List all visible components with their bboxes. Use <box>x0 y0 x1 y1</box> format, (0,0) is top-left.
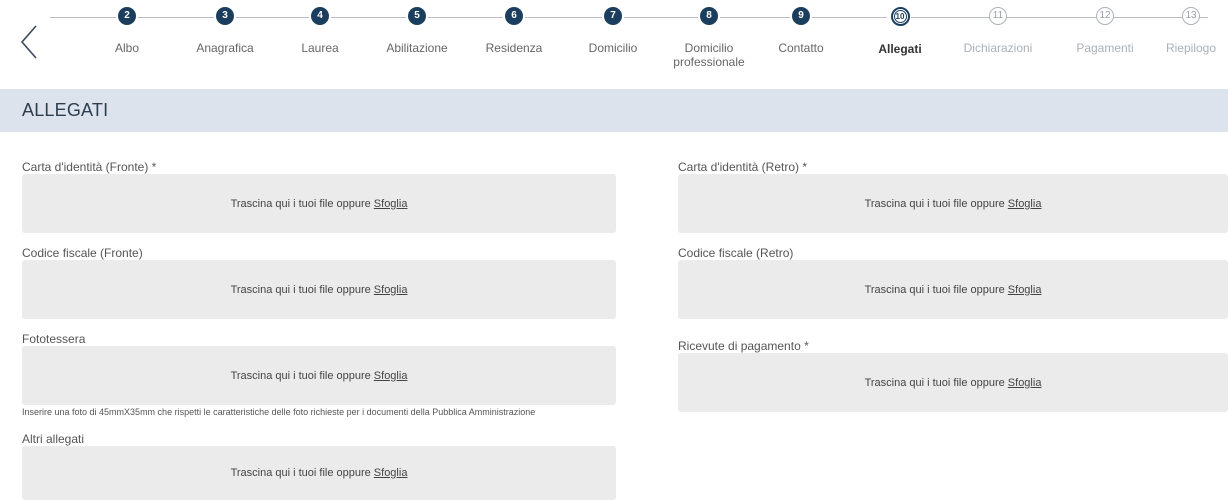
progress-stepper: 2 Albo 3 Anagrafica 4 Laurea 5 Abilitazi… <box>0 0 1228 88</box>
step-label: Dichiarazioni <box>963 41 1033 55</box>
step-label: Domicilio professionale <box>673 41 745 69</box>
dropzone-prompt: Trascina qui i tuoi file oppure <box>230 467 371 479</box>
step-number: 7 <box>604 7 622 25</box>
back-arrow-icon[interactable] <box>16 22 42 62</box>
section-title: ALLEGATI <box>22 100 109 120</box>
step-label: Residenza <box>485 41 543 55</box>
step-label: Abilitazione <box>386 41 448 55</box>
step-number: 8 <box>700 7 718 25</box>
step-label: Anagrafica <box>196 41 254 55</box>
step-residenza[interactable]: 6 Residenza <box>459 7 569 55</box>
step-number: 5 <box>408 7 426 25</box>
id-front-dropzone[interactable]: Trascina qui i tuoi file oppure Sfoglia <box>22 174 616 233</box>
dropzone-prompt: Trascina qui i tuoi file oppure <box>230 283 371 296</box>
step-number: 4 <box>311 7 329 25</box>
dropzone-prompt: Trascina qui i tuoi file oppure <box>230 369 371 382</box>
receipts-dropzone[interactable]: Trascina qui i tuoi file oppure Sfoglia <box>678 353 1228 412</box>
step-number: 12 <box>1096 7 1114 25</box>
step-label: Contatto <box>778 41 824 55</box>
browse-link[interactable]: Sfoglia <box>1008 198 1042 210</box>
browse-link[interactable]: Sfoglia <box>1008 377 1042 389</box>
tax-front-dropzone[interactable]: Trascina qui i tuoi file oppure Sfoglia <box>22 260 616 319</box>
id-back-label: Carta d'identità (Retro) * <box>678 160 808 174</box>
browse-link[interactable]: Sfoglia <box>374 467 408 479</box>
receipts-label: Ricevute di pagamento * <box>678 339 809 353</box>
id-front-label: Carta d'identità (Fronte) * <box>22 160 157 174</box>
tax-back-label: Codice fiscale (Retro) <box>678 246 794 260</box>
step-label: Albo <box>114 41 140 55</box>
browse-link[interactable]: Sfoglia <box>1008 284 1042 296</box>
step-label: Laurea <box>301 41 339 55</box>
photo-dropzone[interactable]: Trascina qui i tuoi file oppure Sfoglia <box>22 346 616 405</box>
step-number: 9 <box>792 7 810 25</box>
id-back-dropzone[interactable]: Trascina qui i tuoi file oppure Sfoglia <box>678 174 1228 233</box>
dropzone-prompt: Trascina qui i tuoi file oppure <box>230 197 371 210</box>
step-contatto[interactable]: 9 Contatto <box>746 7 856 55</box>
step-riepilogo: 13 Riepilogo <box>1136 7 1228 55</box>
dropzone-prompt: Trascina qui i tuoi file oppure <box>864 197 1005 210</box>
step-label: Allegati <box>878 42 922 56</box>
section-header: ALLEGATI <box>0 89 1228 132</box>
step-allegati[interactable]: 10 Allegati <box>845 7 955 56</box>
step-abilitazione[interactable]: 5 Abilitazione <box>362 7 472 55</box>
step-number: 2 <box>118 7 136 25</box>
browse-link[interactable]: Sfoglia <box>374 198 408 210</box>
tax-front-label: Codice fiscale (Fronte) <box>22 246 143 260</box>
photo-hint: Inserire una foto di 45mmX35mm che rispe… <box>22 407 536 417</box>
browse-link[interactable]: Sfoglia <box>374 370 408 382</box>
step-number: 13 <box>1182 7 1200 25</box>
tax-back-dropzone[interactable]: Trascina qui i tuoi file oppure Sfoglia <box>678 260 1228 319</box>
step-number: 3 <box>216 7 234 25</box>
step-dichiarazioni: 11 Dichiarazioni <box>943 7 1053 55</box>
step-number: 11 <box>989 7 1007 25</box>
step-label: Domicilio <box>588 41 638 55</box>
other-dropzone[interactable]: Trascina qui i tuoi file oppure Sfoglia <box>22 446 616 500</box>
photo-label: Fototessera <box>22 332 86 346</box>
step-domicilio[interactable]: 7 Domicilio <box>558 7 668 55</box>
browse-link[interactable]: Sfoglia <box>374 284 408 296</box>
dropzone-prompt: Trascina qui i tuoi file oppure <box>864 283 1005 296</box>
dropzone-prompt: Trascina qui i tuoi file oppure <box>864 376 1005 389</box>
step-number-current: 10 <box>890 7 910 26</box>
step-number: 6 <box>505 7 523 25</box>
step-anagrafica[interactable]: 3 Anagrafica <box>170 7 280 55</box>
other-label: Altri allegati <box>22 432 85 446</box>
step-albo[interactable]: 2 Albo <box>72 7 182 55</box>
step-label: Riepilogo <box>1165 41 1217 55</box>
step-laurea[interactable]: 4 Laurea <box>265 7 375 55</box>
